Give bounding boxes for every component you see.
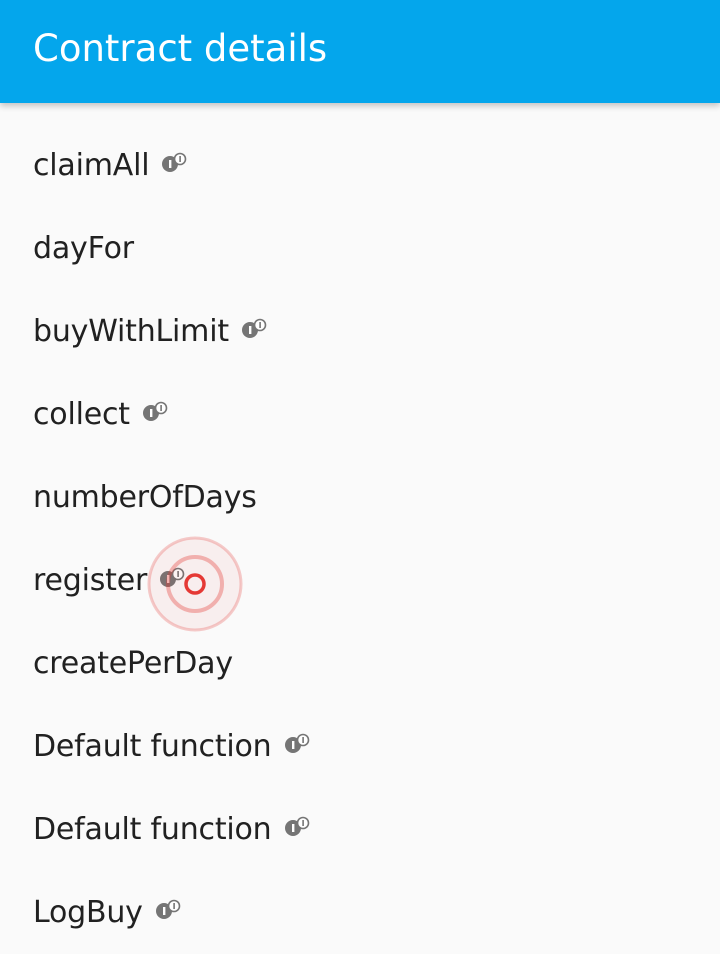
function-label: dayFor: [33, 231, 134, 266]
function-item-buywithlimit[interactable]: buyWithLimit: [0, 290, 720, 373]
function-item-default-2[interactable]: Default function: [0, 788, 720, 871]
info-badge-icon: [241, 318, 268, 340]
function-label: Default function: [33, 729, 272, 764]
function-item-collect[interactable]: collect: [0, 373, 720, 456]
function-label: register: [33, 563, 148, 598]
function-label: collect: [33, 397, 130, 432]
function-item-claimall[interactable]: claimAll: [0, 124, 720, 207]
function-item-default-1[interactable]: Default function: [0, 705, 720, 788]
function-label: numberOfDays: [33, 480, 257, 515]
info-badge-icon: [155, 899, 182, 921]
info-badge-icon: [284, 733, 311, 755]
function-label: LogBuy: [33, 895, 143, 930]
page-title: Contract details: [33, 27, 328, 70]
info-badge-icon: [159, 567, 186, 589]
function-label: buyWithLimit: [33, 314, 229, 349]
function-label: claimAll: [33, 148, 150, 183]
app-bar: Contract details: [0, 0, 720, 103]
info-badge-icon: [161, 152, 188, 174]
function-item-logbuy[interactable]: LogBuy: [0, 871, 720, 954]
function-list: claimAll dayFor buyWithLimit collect num…: [0, 124, 720, 954]
function-item-numberofdays[interactable]: numberOfDays: [0, 456, 720, 539]
info-badge-icon: [284, 816, 311, 838]
function-item-createperday[interactable]: createPerDay: [0, 622, 720, 705]
function-label: Default function: [33, 812, 272, 847]
function-label: createPerDay: [33, 646, 233, 681]
function-item-register[interactable]: register: [0, 539, 720, 622]
info-badge-icon: [142, 401, 169, 423]
function-item-dayfor[interactable]: dayFor: [0, 207, 720, 290]
